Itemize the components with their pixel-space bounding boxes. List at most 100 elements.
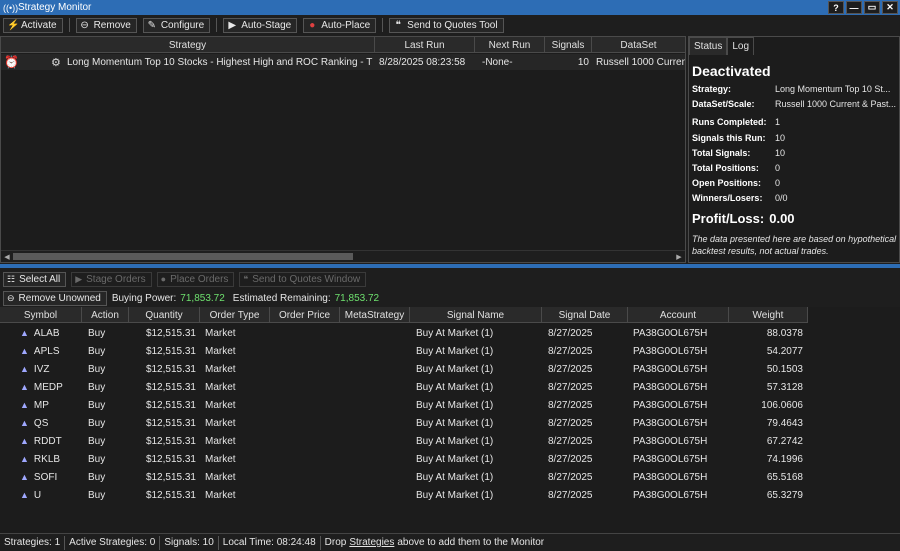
profit-loss-value: 0.00 xyxy=(769,210,795,226)
column-dataset[interactable]: DataSet xyxy=(592,37,685,53)
column-signals[interactable]: Signals xyxy=(545,37,592,53)
order-type: Market xyxy=(205,363,236,375)
column-symbol[interactable]: Symbol xyxy=(0,307,82,323)
symbol-text: SOFI xyxy=(33,471,58,483)
column-order-type[interactable]: Order Type xyxy=(200,307,270,323)
order-quantity: $12,515.31 xyxy=(145,435,196,447)
help-icon[interactable]: ? xyxy=(828,1,844,14)
strategy-row[interactable]: ⏰ ⚙ Long Momentum Top 10 Stocks - Highes… xyxy=(1,54,685,70)
order-signal-name: Buy At Market (1) xyxy=(416,345,494,357)
send-to-quotes-window-label: Send to Quotes Window xyxy=(252,273,361,285)
buy-triangle-icon: ▲ xyxy=(20,454,29,464)
order-symbol: ▲ U xyxy=(20,486,80,504)
table-row[interactable]: ▲ MP Buy $12,515.31 Market Buy At Market (1) 8… xyxy=(0,396,808,414)
place-orders-button[interactable]: ● Place Orders xyxy=(156,271,235,287)
activate-button[interactable]: ⚡ Activate xyxy=(3,17,63,33)
stage-orders-button[interactable]: ▶ Stage Orders xyxy=(71,271,152,287)
field-value: 0 xyxy=(775,162,781,173)
order-action: Buy xyxy=(88,417,106,429)
column-account[interactable]: Account xyxy=(628,307,729,323)
tab-log[interactable]: Log xyxy=(727,37,755,55)
alarm-clock-icon: ⏰ xyxy=(4,55,19,69)
buy-triangle-icon: ▲ xyxy=(20,382,29,392)
toolbar-separator xyxy=(216,18,218,32)
status-field-strategy: Strategy: Long Momentum Top 10 St... xyxy=(692,81,897,96)
table-row[interactable]: ▲ SOFI Buy $12,515.31 Market Buy At Market (1… xyxy=(0,468,808,486)
symbol-text: QS xyxy=(33,417,49,429)
column-quantity[interactable]: Quantity xyxy=(129,307,200,323)
table-row[interactable]: ▲ U Buy $12,515.31 Market Buy At Market (1) 8/… xyxy=(0,486,808,504)
close-icon[interactable]: ✕ xyxy=(882,1,898,14)
buy-triangle-icon: ▲ xyxy=(20,364,29,374)
column-signal-date[interactable]: Signal Date xyxy=(542,307,628,323)
order-weight: 88.0378 xyxy=(766,327,803,339)
configure-button[interactable]: ✎ Configure xyxy=(142,17,211,33)
symbol-text: MEDP xyxy=(33,381,63,393)
scrollbar-thumb[interactable] xyxy=(13,253,353,260)
table-row[interactable]: ▲ QS Buy $12,515.31 Market Buy At Market (1) 8… xyxy=(0,414,808,432)
auto-stage-button[interactable]: ▶ Auto-Stage xyxy=(223,17,298,33)
symbol-text: IVZ xyxy=(33,363,50,375)
table-row[interactable]: ▲ ALAB Buy $12,515.31 Market Buy At Market (1… xyxy=(0,324,808,342)
symbol-text: RKLB xyxy=(33,453,61,465)
column-weight[interactable]: Weight xyxy=(729,307,808,323)
buy-triangle-icon: ▲ xyxy=(20,328,29,338)
field-value: Long Momentum Top 10 St... xyxy=(775,83,891,94)
table-row[interactable]: ▲ MEDP Buy $12,515.31 Market Buy At Market (1… xyxy=(0,378,808,396)
configure-label: Configure xyxy=(160,19,205,31)
activate-label: Activate xyxy=(21,19,57,31)
strategies-link[interactable]: Strategies xyxy=(349,537,394,548)
status-field-winners-losers: Winners/Losers: 0/0 xyxy=(692,190,897,205)
status-field-runs-completed: Runs Completed: 1 xyxy=(692,114,897,129)
table-row[interactable]: ▲ RDDT Buy $12,515.31 Market Buy At Market (1… xyxy=(0,432,808,450)
table-row[interactable]: ▲ RKLB Buy $12,515.31 Market Buy At Market (1… xyxy=(0,450,808,468)
symbol-text: U xyxy=(33,489,42,501)
column-next-run[interactable]: Next Run xyxy=(475,37,545,53)
order-signal-date: 8/27/2025 xyxy=(548,381,593,393)
order-signal-name: Buy At Market (1) xyxy=(416,489,494,501)
scroll-left-icon[interactable]: ◀ xyxy=(1,251,13,262)
status-field-signals-this-run: Signals this Run: 10 xyxy=(692,130,897,145)
place-orders-label: Place Orders xyxy=(170,273,229,285)
send-to-quotes-tool-button[interactable]: ❝ Send to Quotes Tool xyxy=(389,17,504,33)
remove-button[interactable]: ⊖ Remove xyxy=(75,17,137,33)
strategy-signals: 10 xyxy=(577,56,589,68)
order-weight: 106.0606 xyxy=(761,399,803,411)
panel-splitter[interactable] xyxy=(0,264,900,268)
remove-unowned-button[interactable]: ⊖ Remove Unowned xyxy=(3,290,107,306)
column-action[interactable]: Action xyxy=(82,307,129,323)
select-all-button[interactable]: ☷ Select All xyxy=(3,271,67,287)
window-title: Strategy Monitor xyxy=(18,2,92,13)
table-row[interactable]: ▲ IVZ Buy $12,515.31 Market Buy At Market (1)… xyxy=(0,360,808,378)
order-quantity: $12,515.31 xyxy=(145,381,196,393)
status-field-total-signals: Total Signals: 10 xyxy=(692,145,897,160)
column-strategy[interactable]: Strategy xyxy=(1,37,375,53)
estimated-remaining-value: 71,853.72 xyxy=(334,292,380,304)
estimated-remaining-label: Estimated Remaining: xyxy=(232,292,331,304)
order-account: PA38G0OL675H xyxy=(633,435,708,447)
horizontal-scrollbar[interactable]: ◀ ▶ xyxy=(1,250,685,262)
order-quantity: $12,515.31 xyxy=(145,453,196,465)
order-type: Market xyxy=(205,399,236,411)
order-signal-date: 8/27/2025 xyxy=(548,489,593,501)
order-type: Market xyxy=(205,435,236,447)
column-meta-strategy[interactable]: MetaStrategy xyxy=(340,307,410,323)
send-to-quotes-window-button[interactable]: ❝ Send to Quotes Window xyxy=(239,271,367,287)
auto-place-button[interactable]: ● Auto-Place xyxy=(303,17,377,33)
order-type: Market xyxy=(205,489,236,501)
scroll-right-icon[interactable]: ▶ xyxy=(673,251,685,262)
record-icon: ● xyxy=(309,19,316,31)
minimize-icon[interactable]: — xyxy=(846,1,862,14)
column-last-run[interactable]: Last Run xyxy=(375,37,475,53)
maximize-icon[interactable]: ▭ xyxy=(864,1,880,14)
order-quantity: $12,515.31 xyxy=(145,363,196,375)
table-row[interactable]: ▲ APLS Buy $12,515.31 Market Buy At Market (1… xyxy=(0,342,808,360)
backtest-disclaimer: The data presented here are based on hyp… xyxy=(692,234,897,256)
column-signal-name[interactable]: Signal Name xyxy=(410,307,542,323)
column-order-price[interactable]: Order Price xyxy=(270,307,340,323)
order-weight: 79.4643 xyxy=(766,417,803,429)
tab-status[interactable]: Status xyxy=(689,37,728,55)
symbol-text: ALAB xyxy=(33,327,60,339)
order-quantity: $12,515.31 xyxy=(145,417,196,429)
drop-hint-prefix: Drop xyxy=(324,537,347,548)
